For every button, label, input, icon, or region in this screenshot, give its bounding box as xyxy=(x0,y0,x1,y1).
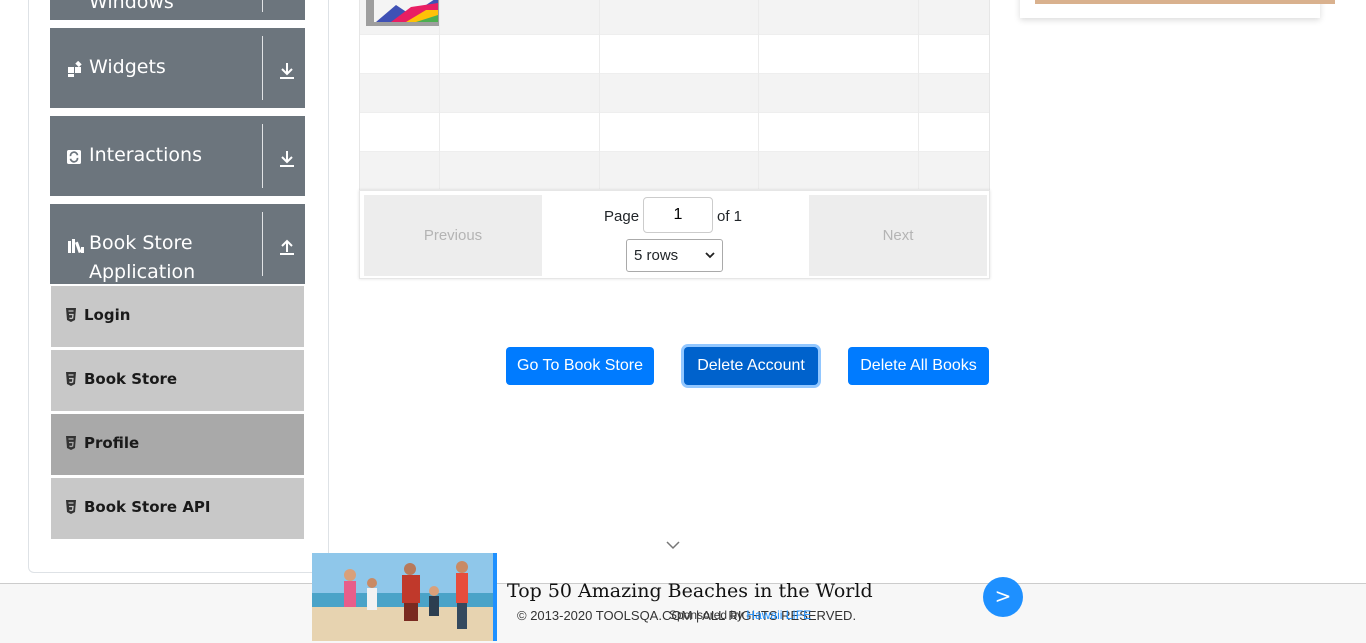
download-arrow-icon xyxy=(280,63,294,79)
next-button[interactable]: Next xyxy=(809,195,987,276)
group-label-line1: Book Store xyxy=(89,232,193,254)
pagination-bar: Previous Page of 1 5 rows Next xyxy=(359,190,990,279)
table-column-divider xyxy=(439,0,440,189)
ad-banner[interactable]: Top 50 Amazing Beaches in the World Spon… xyxy=(312,553,1032,643)
table-row xyxy=(360,152,989,191)
chevron-down-icon[interactable] xyxy=(665,539,681,551)
table-row xyxy=(360,0,989,35)
group-label: Widgets xyxy=(89,56,166,78)
delete-all-books-button[interactable]: Delete All Books xyxy=(848,347,989,385)
group-label: Windows xyxy=(89,0,174,13)
sidebar-item-label: Profile xyxy=(84,434,140,452)
ad-title[interactable]: Top 50 Amazing Beaches in the World xyxy=(507,580,873,602)
table-column-divider xyxy=(758,0,759,189)
upload-arrow-icon xyxy=(280,239,294,255)
page-of-label: of 1 xyxy=(717,208,743,225)
page-number-input[interactable] xyxy=(643,197,713,233)
group-separator xyxy=(262,124,263,188)
sidebar-item-login[interactable]: Login xyxy=(51,285,304,347)
sidebar-item-book-store-api[interactable]: Book Store API xyxy=(51,477,304,539)
sidebar-item-label: Book Store xyxy=(84,370,178,388)
html5-icon xyxy=(66,308,76,322)
ad-go-button[interactable]: > xyxy=(983,577,1023,617)
sidebar-item-profile[interactable]: Profile xyxy=(51,413,304,475)
table-column-divider xyxy=(918,0,919,189)
rows-per-page-value: 5 rows xyxy=(634,247,679,264)
download-arrow-icon xyxy=(280,151,294,167)
interactions-icon xyxy=(67,150,81,164)
group-separator xyxy=(262,212,263,276)
html5-icon xyxy=(66,500,76,514)
sidebar-item-label: Book Store API xyxy=(84,498,211,516)
books-icon xyxy=(68,239,84,254)
sidebar-item-book-store[interactable]: Book Store xyxy=(51,349,304,411)
previous-button[interactable]: Previous xyxy=(364,195,542,276)
table-row xyxy=(360,35,989,74)
html5-icon xyxy=(66,372,76,386)
ad-sponsor: Sponsored by Hawaii LIFE xyxy=(669,608,811,622)
ad-sponsor-prefix: Sponsored by xyxy=(669,608,744,622)
sidebar-item-label: Login xyxy=(84,306,131,324)
table-row xyxy=(360,74,989,113)
widgets-icon xyxy=(68,61,82,77)
group-separator xyxy=(262,36,263,100)
ad-image[interactable] xyxy=(312,553,493,641)
html5-icon xyxy=(66,436,76,450)
page-label: Page xyxy=(604,208,640,225)
table-row xyxy=(360,113,989,152)
group-book-store-application[interactable]: Book Store Application xyxy=(50,204,305,284)
books-table xyxy=(359,0,990,191)
go-to-book-store-button[interactable]: Go To Book Store xyxy=(506,347,654,385)
table-column-divider xyxy=(599,0,600,189)
group-alerts-frame-windows[interactable]: Windows xyxy=(50,0,305,20)
ad-accent-bar xyxy=(493,553,497,641)
group-widgets[interactable]: Widgets xyxy=(50,28,305,108)
ad-card[interactable] xyxy=(1020,0,1335,18)
delete-account-button[interactable]: Delete Account xyxy=(684,347,818,385)
ad-card-strip xyxy=(1035,0,1335,4)
group-label: Interactions xyxy=(89,144,202,166)
chevron-down-icon xyxy=(705,252,715,259)
ad-sponsor-name[interactable]: Hawaii LIFE xyxy=(746,608,811,622)
beach-photo xyxy=(312,553,493,641)
group-interactions[interactable]: Interactions xyxy=(50,116,305,196)
rows-per-page-select[interactable]: 5 rows xyxy=(626,239,723,272)
book-cover-thumbnail[interactable] xyxy=(366,0,439,26)
group-label-line2: Application xyxy=(89,261,196,283)
book-cover-image xyxy=(374,0,438,22)
